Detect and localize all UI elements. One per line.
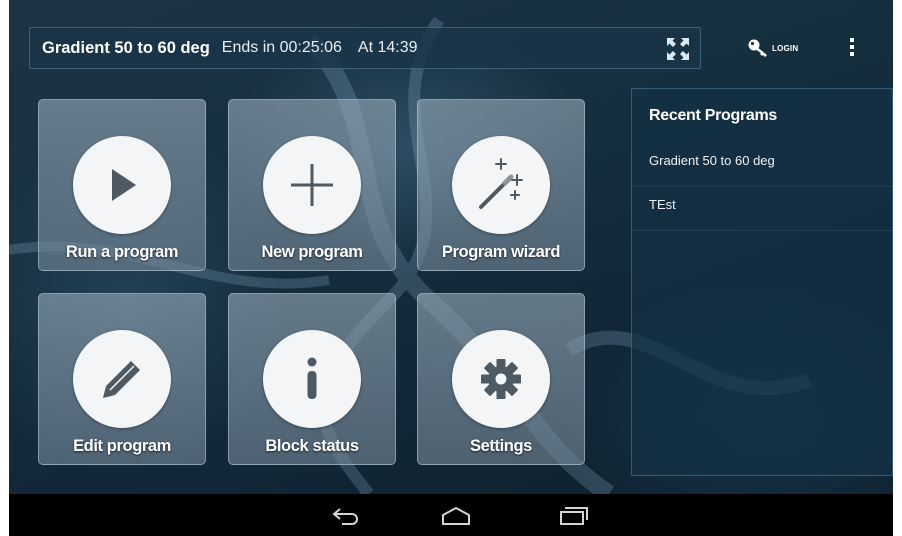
login-label: LOGIN <box>772 43 799 53</box>
recent-program-item[interactable]: Gradient 50 to 60 deg <box>632 143 892 187</box>
system-navigation-bar <box>9 494 893 536</box>
magic-wand-icon <box>479 158 523 209</box>
block-status-tile[interactable]: Block status <box>228 293 396 465</box>
plus-icon <box>291 164 333 206</box>
tile-label-settings: Settings <box>470 437 532 455</box>
settings-tile[interactable]: Settings <box>417 293 585 465</box>
overflow-menu-icon[interactable] <box>845 34 859 60</box>
play-icon <box>112 169 136 201</box>
run-program-tile[interactable]: Run a program <box>38 99 206 271</box>
gear-icon <box>481 359 521 399</box>
run-status-bar[interactable]: Gradient 50 to 60 deg Ends in 00:25:06 A… <box>29 27 701 69</box>
new-program-tile[interactable]: New program <box>228 99 396 271</box>
key-icon <box>748 39 767 57</box>
recent-programs-panel: Recent Programs Gradient 50 to 60 deg TE… <box>631 88 893 476</box>
block-status-icon-circle <box>263 330 361 428</box>
tile-label-block-status: Block status <box>265 437 359 455</box>
back-icon[interactable] <box>330 503 362 527</box>
info-icon <box>307 357 317 399</box>
tile-label-new-program: New program <box>261 243 363 261</box>
recent-program-item[interactable]: TEst <box>632 187 892 231</box>
pencil-icon <box>103 361 140 398</box>
run-program-icon-circle <box>73 136 171 234</box>
tile-label-run-program: Run a program <box>65 243 179 261</box>
end-clock-time: At 14:39 <box>357 39 418 56</box>
login-button[interactable]: LOGIN <box>747 35 798 61</box>
program-wizard-tile[interactable]: Program wizard <box>417 99 585 271</box>
fullscreen-icon[interactable] <box>664 35 692 63</box>
new-program-icon-circle <box>263 136 361 234</box>
tile-label-edit-program: Edit program <box>73 437 171 455</box>
recent-programs-title: Recent Programs <box>649 107 777 124</box>
recent-apps-icon[interactable] <box>557 503 589 527</box>
edit-program-tile[interactable]: Edit program <box>38 293 206 465</box>
app-screen: Gradient 50 to 60 deg Ends in 00:25:06 A… <box>9 0 893 536</box>
tile-label-program-wizard: Program wizard <box>441 243 561 261</box>
home-icon[interactable] <box>440 503 472 527</box>
program-wizard-icon-circle <box>452 136 550 234</box>
settings-icon-circle <box>452 330 550 428</box>
edit-program-icon-circle <box>73 330 171 428</box>
ends-in-time: Ends in 00:25:06 <box>221 39 342 56</box>
running-program-name: Gradient 50 to 60 deg <box>42 38 210 57</box>
